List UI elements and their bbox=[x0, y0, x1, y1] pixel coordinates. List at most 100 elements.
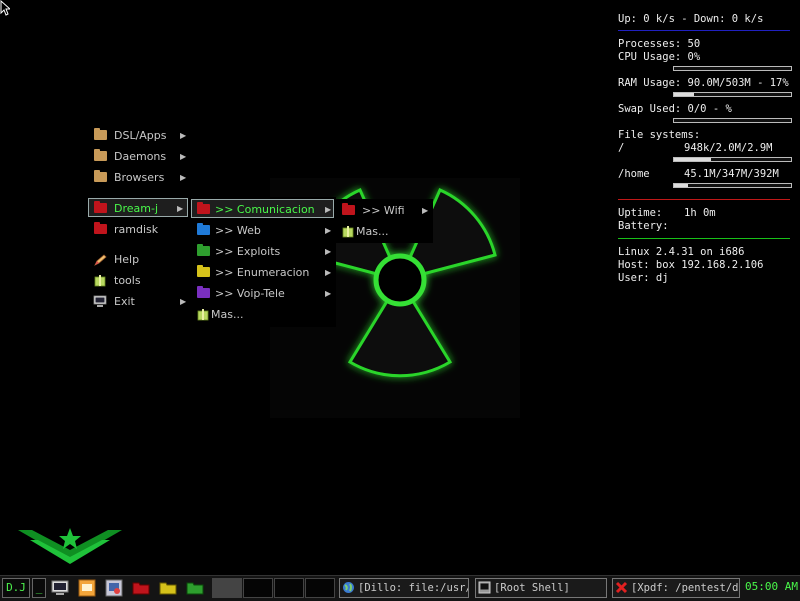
menu-item-dream-j[interactable]: Dream-j ▶ bbox=[88, 198, 188, 217]
divider bbox=[618, 199, 790, 200]
cpu-usage: CPU Usage: 0% bbox=[618, 51, 701, 63]
folder-icon bbox=[197, 223, 210, 235]
folder-icon bbox=[197, 202, 210, 214]
menu-item-browsers[interactable]: Browsers ▶ bbox=[88, 168, 193, 187]
fs-home-value: 45.1M/347M/392M bbox=[684, 168, 779, 180]
menu-item-label: >> Enumeracion bbox=[215, 266, 310, 279]
menu-item-ramdisk[interactable]: ramdisk bbox=[88, 220, 193, 239]
fs-home-name: /home bbox=[618, 168, 650, 180]
mouse-pointer-icon bbox=[0, 0, 10, 16]
submenu-arrow-icon: ▶ bbox=[325, 247, 332, 256]
clock[interactable]: 05:00 AM bbox=[744, 578, 798, 598]
start-button[interactable]: D.J bbox=[2, 578, 30, 598]
swap-usage-bar bbox=[673, 118, 792, 123]
submenu-arrow-icon: ▶ bbox=[422, 206, 429, 215]
menu-item-label: Help bbox=[114, 253, 140, 266]
menu-item-daemons[interactable]: Daemons ▶ bbox=[88, 147, 193, 166]
menu-item-label: Exit bbox=[114, 295, 135, 308]
folder-icon bbox=[94, 201, 107, 213]
swap-usage: Swap Used: 0/0 - % bbox=[618, 103, 732, 115]
folder-red-launcher-icon[interactable] bbox=[131, 578, 153, 598]
task-label: [Root Shell] bbox=[494, 582, 570, 594]
folder-icon bbox=[197, 286, 210, 298]
folder-icon bbox=[94, 222, 107, 234]
terminal-icon bbox=[478, 581, 491, 594]
fs-root-bar bbox=[673, 157, 792, 162]
workspace-4[interactable] bbox=[305, 578, 335, 598]
network-speed: Up: 0 k/s - Down: 0 k/s bbox=[618, 13, 764, 25]
package-icon bbox=[197, 308, 210, 321]
task-xpdf[interactable]: [Xpdf: /pentest/doc bbox=[612, 578, 740, 598]
menu-item-label: Browsers bbox=[114, 171, 165, 184]
ram-usage: RAM Usage: 90.0M/503M - 17% bbox=[618, 77, 789, 89]
menu-item-dsl-apps[interactable]: DSL/Apps ▶ bbox=[88, 126, 193, 145]
task-label: [Xpdf: /pentest/doc bbox=[631, 582, 740, 594]
globe-icon bbox=[342, 581, 355, 594]
menu-item-exploits[interactable]: >> Exploits ▶ bbox=[191, 242, 336, 261]
divider bbox=[618, 30, 790, 31]
workspace-2[interactable] bbox=[243, 578, 273, 598]
workspace-3[interactable] bbox=[274, 578, 304, 598]
divider bbox=[618, 238, 790, 239]
taskbar: D.J _ [Dillo: file:/usr/s [Root Shell] [… bbox=[0, 575, 800, 601]
submenu-arrow-icon: ▶ bbox=[325, 289, 332, 298]
screenshot-launcher-icon[interactable] bbox=[104, 578, 126, 598]
package-icon bbox=[342, 225, 355, 238]
menu-item-comunicacion[interactable]: >> Comunicacion ▶ bbox=[191, 199, 334, 218]
folder-icon bbox=[197, 244, 210, 256]
folder-yellow-launcher-icon[interactable] bbox=[158, 578, 180, 598]
monitor-launcher-icon[interactable] bbox=[50, 578, 72, 598]
root-menu: DSL/Apps ▶ Daemons ▶ Browsers ▶ Dream-j … bbox=[88, 124, 193, 316]
ram-usage-bar bbox=[673, 92, 792, 97]
minimize-all-button[interactable]: _ bbox=[32, 578, 46, 598]
ftp-launcher-icon[interactable] bbox=[77, 578, 99, 598]
cpu-usage-bar bbox=[673, 66, 792, 71]
folder-icon bbox=[197, 265, 210, 277]
package-icon bbox=[94, 274, 107, 287]
menu-item-exit[interactable]: Exit ▶ bbox=[88, 292, 193, 311]
menu-item-tools[interactable]: tools bbox=[88, 271, 193, 290]
submenu-arrow-icon: ▶ bbox=[177, 204, 184, 213]
submenu-arrow-icon: ▶ bbox=[325, 268, 332, 277]
kernel-info: Linux 2.4.31 on i686 bbox=[618, 246, 745, 258]
folder-green-launcher-icon[interactable] bbox=[185, 578, 207, 598]
processes-count: Processes: 50 bbox=[618, 38, 701, 50]
fs-root-name: / bbox=[618, 142, 625, 154]
fs-home-bar bbox=[673, 183, 792, 188]
menu-item-mas[interactable]: Mas... bbox=[191, 305, 336, 324]
menu-item-label: >> Comunicacion bbox=[215, 203, 315, 216]
submenu-arrow-icon: ▶ bbox=[180, 297, 187, 306]
pencil-icon bbox=[94, 253, 107, 266]
battery-label: Battery: bbox=[618, 220, 669, 232]
comunicacion-submenu: >> Wifi ▶ Mas... bbox=[336, 199, 433, 243]
submenu-arrow-icon: ▶ bbox=[325, 226, 332, 235]
menu-item-voip-tele[interactable]: >> Voip-Tele ▶ bbox=[191, 284, 336, 303]
dream-j-submenu: >> Comunicacion ▶ >> Web ▶ >> Exploits ▶… bbox=[191, 197, 336, 327]
menu-item-label: Mas... bbox=[356, 225, 389, 238]
monitor-icon bbox=[93, 295, 107, 307]
submenu-arrow-icon: ▶ bbox=[180, 131, 187, 140]
menu-item-label: tools bbox=[114, 274, 141, 287]
menu-item-help[interactable]: Help bbox=[88, 250, 193, 269]
menu-item-label: ramdisk bbox=[114, 223, 159, 236]
workspace-1[interactable] bbox=[212, 578, 242, 598]
menu-item-label: >> Exploits bbox=[215, 245, 281, 258]
task-root-shell[interactable]: [Root Shell] bbox=[475, 578, 607, 598]
folder-icon bbox=[94, 170, 107, 182]
menu-item-wifi[interactable]: >> Wifi ▶ bbox=[336, 201, 433, 220]
task-dillo[interactable]: [Dillo: file:/usr/s bbox=[339, 578, 469, 598]
menu-item-web[interactable]: >> Web ▶ bbox=[191, 221, 336, 240]
menu-item-label: >> Wifi bbox=[362, 204, 405, 217]
menu-item-mas[interactable]: Mas... bbox=[336, 222, 433, 241]
submenu-arrow-icon: ▶ bbox=[325, 205, 332, 214]
folder-icon bbox=[342, 203, 355, 215]
folder-icon bbox=[94, 128, 107, 140]
uptime-label: Uptime: bbox=[618, 207, 663, 219]
menu-item-label: Mas... bbox=[211, 308, 244, 321]
menu-item-label: >> Web bbox=[215, 224, 261, 237]
task-label: [Dillo: file:/usr/s bbox=[358, 582, 469, 594]
filesystems-title: File systems: bbox=[618, 129, 701, 141]
xpdf-icon bbox=[615, 581, 628, 594]
menu-item-enumeracion[interactable]: >> Enumeracion ▶ bbox=[191, 263, 336, 282]
menu-item-label: >> Voip-Tele bbox=[215, 287, 285, 300]
